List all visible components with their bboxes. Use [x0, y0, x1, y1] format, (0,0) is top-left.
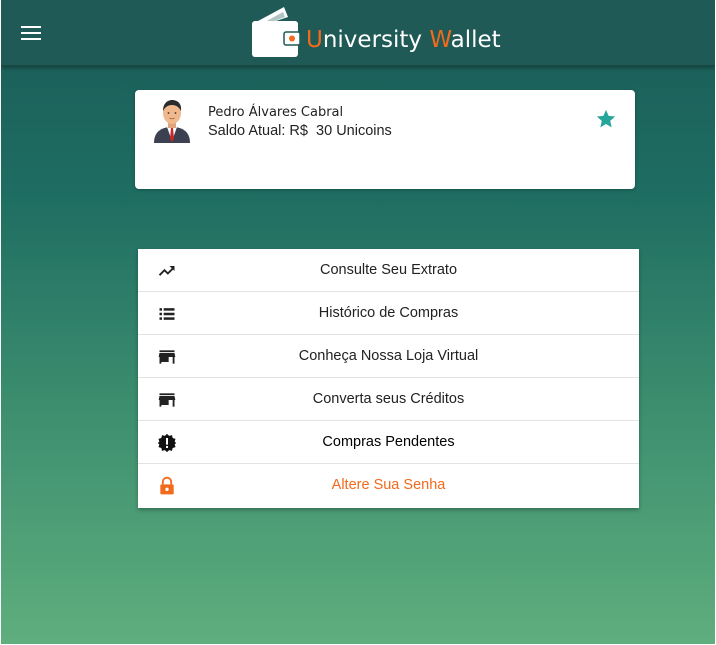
menu-item-extrato[interactable]: Consulte Seu Extrato [138, 249, 639, 292]
menu-item-label: Converta seus Créditos [312, 391, 465, 407]
menu-item-historico[interactable]: Histórico de Compras [138, 292, 639, 335]
menu-item-label: Conheça Nossa Loja Virtual [298, 348, 479, 364]
menu-item-altere-senha[interactable]: Altere Sua Senha [138, 464, 639, 507]
menu-item-label: Altere Sua Senha [331, 477, 446, 493]
menu-item-label: Compras Pendentes [322, 434, 455, 450]
app-background: University Wallet Pedro Álvares Cabral S… [1, 0, 715, 644]
menu-item-label: Consulte Seu Extrato [319, 262, 458, 278]
star-icon[interactable] [595, 108, 617, 130]
wallet-icon [252, 7, 301, 57]
user-profile-card: Pedro Álvares Cabral Saldo Atual: R$ 30 … [135, 90, 635, 189]
businessman-avatar [154, 100, 190, 143]
top-navigation-bar: University Wallet [1, 0, 715, 66]
menu-item-label: Histórico de Compras [318, 305, 459, 321]
menu-item-compras-pendentes[interactable]: Compras Pendentes [138, 421, 639, 464]
hamburger-menu-icon[interactable] [21, 25, 41, 41]
user-name: Pedro Álvares Cabral [208, 105, 344, 120]
brand-name: University Wallet [306, 27, 501, 53]
menu-item-converta-creditos[interactable]: Converta seus Créditos [138, 378, 639, 421]
app-logo[interactable]: University Wallet [250, 7, 501, 59]
balance-label: Saldo Atual: R$ [208, 123, 308, 139]
main-menu: Consulte Seu Extrato Histórico de Compra… [138, 249, 639, 508]
menu-item-loja-virtual[interactable]: Conheça Nossa Loja Virtual [138, 335, 639, 378]
balance-value: 30 Unicoins [316, 123, 392, 139]
balance-line: Saldo Atual: R$ 30 Unicoins [208, 123, 392, 139]
